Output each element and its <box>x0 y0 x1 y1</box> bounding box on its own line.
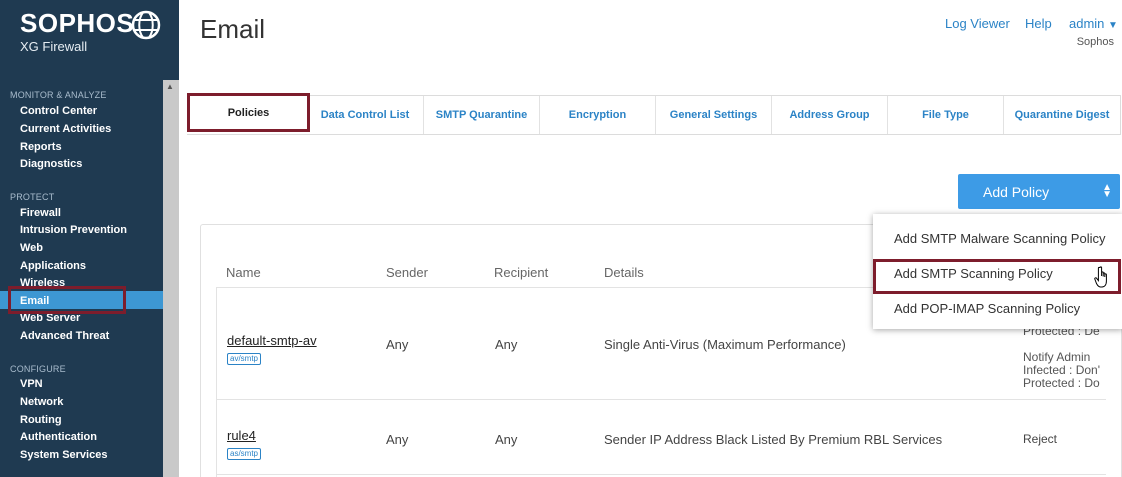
email-highlight-box <box>8 286 126 314</box>
tab-data-control-list[interactable]: Data Control List <box>307 96 423 134</box>
add-policy-button[interactable]: Add Policy ▲ ▼ <box>958 174 1120 209</box>
tab-quarantine-digest[interactable]: Quarantine Digest <box>1003 96 1120 134</box>
policy-name-default-smtp-av[interactable]: default-smtp-av <box>227 333 317 348</box>
add-policy-label: Add Policy <box>983 183 1050 200</box>
policy-type-badge: as/smtp <box>227 448 262 460</box>
sidebar-item-control-center[interactable]: Control Center <box>20 105 97 117</box>
policy-sender: Any <box>386 432 409 447</box>
sidebar-item-vpn[interactable]: VPN <box>20 378 43 390</box>
row-divider <box>216 399 1106 400</box>
sidebar-item-intrusion-prevention[interactable]: Intrusion Prevention <box>20 224 127 236</box>
sidebar-item-advanced-threat[interactable]: Advanced Threat <box>20 330 109 342</box>
sidebar-item-web[interactable]: Web <box>20 242 43 254</box>
sidebar-item-network[interactable]: Network <box>20 396 63 408</box>
tab-bar: Policies Data Control List SMTP Quaranti… <box>187 93 1121 135</box>
policy-name-rule4[interactable]: rule4 <box>227 428 256 443</box>
nav-section-protect: PROTECT <box>10 192 55 202</box>
scroll-up-icon[interactable]: ▲ <box>166 83 174 91</box>
policy-action-notify: Notify Admin Infected : Don' Protected :… <box>1023 351 1101 390</box>
policy-details: Sender IP Address Black Listed By Premiu… <box>604 432 943 447</box>
tab-file-type[interactable]: File Type <box>887 96 1003 134</box>
tab-smtp-quarantine[interactable]: SMTP Quarantine <box>423 96 539 134</box>
sidebar-scrollbar[interactable]: ▲ <box>163 80 179 477</box>
hand-cursor-icon <box>1094 266 1107 288</box>
sidebar-item-current-activities[interactable]: Current Activities <box>20 123 111 135</box>
policy-recipient: Any <box>495 432 518 447</box>
nav-section-monitor: MONITOR & ANALYZE <box>10 90 107 100</box>
sidebar-item-authentication[interactable]: Authentication <box>20 431 97 443</box>
app-window: SOPHOS XG Firewall MONITOR & ANALYZE Con… <box>0 0 1122 477</box>
help-link[interactable]: Help <box>1025 16 1052 31</box>
brand-product: XG Firewall <box>20 39 88 54</box>
updown-arrows-icon: ▲ ▼ <box>1102 182 1112 200</box>
sidebar-item-reports[interactable]: Reports <box>20 141 62 153</box>
tenant-name: Sophos <box>1076 36 1114 48</box>
column-header-name[interactable]: Name <box>226 265 261 280</box>
page-title: Email <box>200 14 266 44</box>
smtp-scanning-highlight-box <box>873 259 1121 294</box>
sidebar-header-extension <box>163 0 179 80</box>
user-name: admin <box>1069 16 1105 31</box>
sidebar-item-system-services[interactable]: System Services <box>20 449 107 461</box>
add-policy-dropdown: Add SMTP Malware Scanning Policy Add SMT… <box>873 214 1122 329</box>
globe-logo-icon <box>131 10 161 40</box>
column-header-details[interactable]: Details <box>604 265 644 280</box>
policy-recipient: Any <box>495 337 518 352</box>
policy-type-badge: av/smtp <box>227 353 262 365</box>
policy-sender: Any <box>386 337 409 352</box>
tab-general-settings[interactable]: General Settings <box>655 96 771 134</box>
nav-section-configure: CONFIGURE <box>10 364 66 374</box>
menu-item-smtp-malware[interactable]: Add SMTP Malware Scanning Policy <box>894 231 1105 246</box>
tab-encryption[interactable]: Encryption <box>539 96 655 134</box>
sidebar-item-routing[interactable]: Routing <box>20 414 62 426</box>
policy-details: Single Anti-Virus (Maximum Performance) <box>604 337 846 352</box>
sidebar-item-diagnostics[interactable]: Diagnostics <box>20 158 82 170</box>
policy-action: Reject <box>1023 432 1058 446</box>
sidebar-item-applications[interactable]: Applications <box>20 260 86 272</box>
tab-policies[interactable]: Policies <box>187 93 310 132</box>
sidebar: SOPHOS XG Firewall MONITOR & ANALYZE Con… <box>0 0 163 477</box>
user-menu[interactable]: admin ▼ <box>1069 16 1118 31</box>
sidebar-item-firewall[interactable]: Firewall <box>20 207 61 219</box>
column-header-recipient[interactable]: Recipient <box>494 265 548 280</box>
tab-address-group[interactable]: Address Group <box>771 96 887 134</box>
menu-item-pop-imap[interactable]: Add POP-IMAP Scanning Policy <box>894 301 1080 316</box>
column-header-sender[interactable]: Sender <box>386 265 428 280</box>
log-viewer-link[interactable]: Log Viewer <box>945 16 1010 31</box>
brand-logo: SOPHOS <box>20 8 135 38</box>
row-divider <box>216 474 1106 475</box>
chevron-down-icon: ▼ <box>1108 20 1118 31</box>
